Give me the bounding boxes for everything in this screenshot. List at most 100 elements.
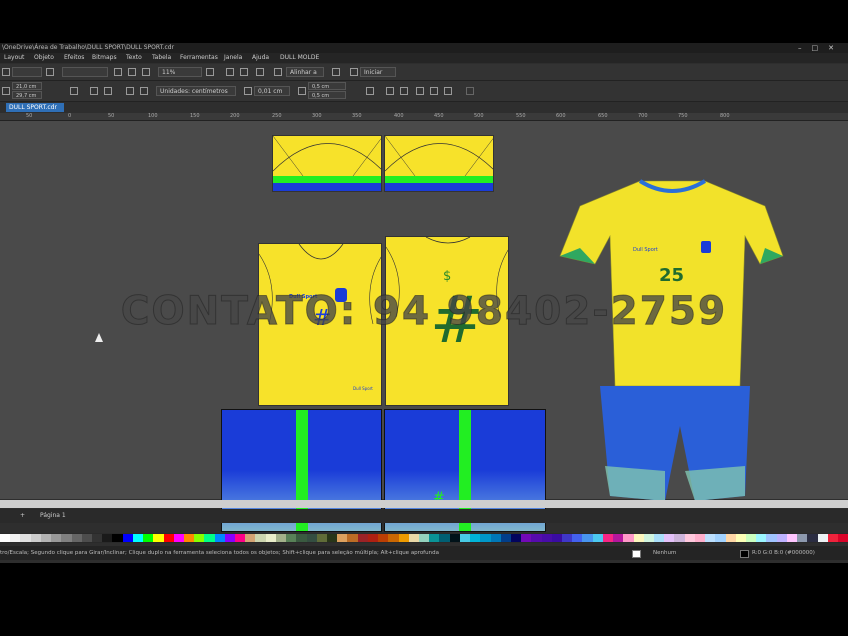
palette-swatch[interactable] [827,534,838,542]
palette-swatch[interactable] [71,534,82,542]
palette-swatch[interactable] [306,534,317,542]
palette-swatch[interactable] [163,534,174,542]
palette-swatch[interactable] [541,534,552,542]
copy-icon[interactable] [46,68,54,76]
palette-swatch[interactable] [204,534,215,542]
palette-swatch[interactable] [572,534,583,542]
palette-swatch[interactable] [480,534,491,542]
palette-swatch[interactable] [797,534,808,542]
palette-swatch[interactable] [112,534,123,542]
palette-swatch[interactable] [357,534,368,542]
menu-efeitos[interactable]: Efeitos [64,53,84,63]
palette-swatch[interactable] [623,534,634,542]
palette-swatch[interactable] [265,534,276,542]
palette-swatch[interactable] [378,534,389,542]
palette-swatch[interactable] [470,534,481,542]
palette-swatch[interactable] [725,534,736,542]
palette-swatch[interactable] [10,534,21,542]
palette-swatch[interactable] [388,534,399,542]
palette-swatch[interactable] [91,534,103,542]
palette-swatch[interactable] [245,534,256,542]
all-pages-icon[interactable] [126,87,134,95]
import-icon[interactable] [114,68,122,76]
duplicate-icon[interactable] [298,87,306,95]
kit-mockup[interactable]: Dull Sport 25 [555,176,790,526]
palette-swatch[interactable] [684,534,695,542]
page-frame-icon[interactable] [366,87,374,95]
palette-swatch[interactable] [521,534,532,542]
palette-swatch[interactable] [153,534,164,542]
nudge-icon[interactable] [244,87,252,95]
palette-swatch[interactable] [194,534,205,542]
landscape-icon[interactable] [104,87,112,95]
palette-swatch[interactable] [132,534,144,542]
palette-swatch[interactable] [183,534,195,542]
nudge-field[interactable]: 0,01 cm [254,86,290,96]
palette-swatch[interactable] [551,534,563,542]
blank-field[interactable] [62,67,108,77]
palette-swatch[interactable] [235,534,246,542]
tool-b-icon[interactable] [400,87,408,95]
palette-swatch[interactable] [0,534,11,542]
cursor-tool-icon[interactable] [416,87,424,95]
dup-y-field[interactable]: 0,5 cm [308,91,346,99]
sleeve-right-panel[interactable] [384,135,494,192]
palette-swatch[interactable] [664,534,675,542]
snap-icon[interactable] [226,68,234,76]
palette-swatch[interactable] [531,534,542,542]
minimize-button[interactable]: – [798,44,812,52]
palette-swatch[interactable] [81,534,92,542]
menu-tabela[interactable]: Tabela [152,53,171,63]
palette-swatch[interactable] [449,534,460,542]
palette-swatch[interactable] [255,534,266,542]
palette-swatch[interactable] [214,534,225,542]
palette-swatch[interactable] [715,534,726,542]
menu-objeto[interactable]: Objeto [34,53,54,63]
palette-swatch[interactable] [602,534,614,542]
dup-x-field[interactable]: 0,5 cm [308,82,346,90]
menu-ajuda[interactable]: Ajuda [252,53,269,63]
palette-swatch[interactable] [694,534,706,542]
palette-swatch[interactable] [756,534,767,542]
palette-swatch[interactable] [817,534,828,542]
launch-icon[interactable] [350,68,358,76]
page-height-field[interactable]: 29,7 cm [12,91,42,99]
palette-swatch[interactable] [20,534,31,542]
plus-icon[interactable] [466,87,474,95]
palette-swatch[interactable] [51,534,62,542]
add-page-button[interactable]: + [20,509,25,523]
palette-swatch[interactable] [224,534,236,542]
units-dropdown[interactable]: Unidades: centímetros [156,86,236,96]
transform-icon[interactable] [430,87,438,95]
export-icon[interactable] [128,68,136,76]
menu-janela[interactable]: Janela [224,53,242,63]
maximize-button[interactable]: □ [812,44,829,52]
palette-swatch[interactable] [633,534,644,542]
publish-icon[interactable] [142,68,150,76]
zoom-dropdown[interactable]: 11% [158,67,202,77]
palette-swatch[interactable] [510,534,522,542]
palette-swatch[interactable] [327,534,338,542]
palette-swatch[interactable] [102,534,113,542]
palette-swatch[interactable] [367,534,379,542]
palette-swatch[interactable] [337,534,348,542]
palette-swatch[interactable] [398,534,409,542]
palette-swatch[interactable] [296,534,307,542]
align-icon[interactable] [274,68,282,76]
gear-icon[interactable] [332,68,340,76]
palette-swatch[interactable] [408,534,419,542]
menu-texto[interactable]: Texto [126,53,142,63]
palette-swatch[interactable] [429,534,440,542]
palette-swatch[interactable] [776,534,787,542]
palette-swatch[interactable] [786,534,798,542]
current-page-icon[interactable] [140,87,148,95]
close-button[interactable]: ✕ [828,44,844,52]
horizontal-scrollbar[interactable] [0,500,848,508]
page-tab[interactable]: Página 1 [40,509,66,523]
palette-swatch[interactable] [654,534,665,542]
palette-swatch[interactable] [500,534,511,542]
menu-ferramentas[interactable]: Ferramentas [180,53,218,63]
page-size-icon[interactable] [2,87,10,95]
palette-swatch[interactable] [459,534,471,542]
grid-icon[interactable] [240,68,248,76]
